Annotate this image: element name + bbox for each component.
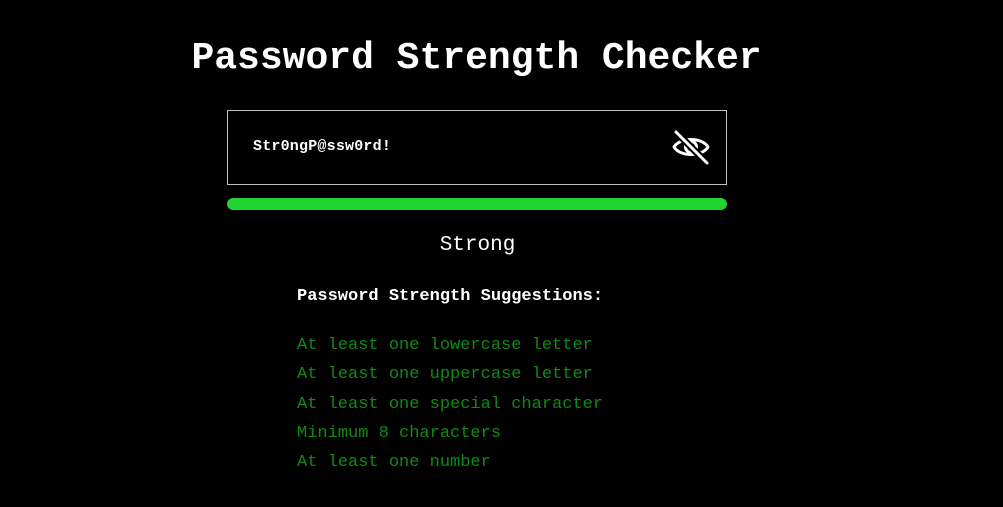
suggestion-item: At least one number [297, 453, 491, 473]
eye-slash-icon-graphic [672, 128, 711, 167]
strength-meter [227, 198, 727, 210]
suggestion-item: At least one special character [297, 394, 604, 414]
suggestions-list: At least one lowercase letter At least on… [297, 331, 603, 477]
password-field[interactable]: Str0ngP@ssw0rd! [227, 110, 727, 185]
eye-slash-icon[interactable] [671, 128, 711, 167]
suggestions-heading: Password Strength Suggestions: [297, 287, 604, 306]
suggestion-item: At least one lowercase letter [297, 336, 593, 355]
suggestion-item: At least one uppercase letter [297, 365, 593, 385]
suggestion-item: Minimum 8 characters [297, 423, 502, 443]
strength-label: Strong [439, 234, 516, 257]
password-input-value[interactable]: Str0ngP@ssw0rd! [253, 136, 391, 158]
strength-meter-fill [227, 198, 727, 210]
page-title: Password Strength Checker [191, 37, 762, 80]
